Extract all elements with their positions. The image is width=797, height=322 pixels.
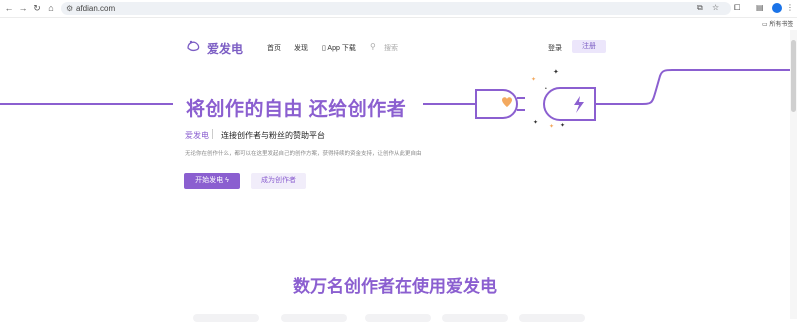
brand-tag: 爱发电 (185, 131, 209, 140)
address-bar[interactable]: ⚙ afdian.com ⧉ ☆ (61, 2, 731, 15)
browser-toolbar: ← → ↻ ⌂ ⚙ afdian.com ⧉ ☆ ⧠ ▤ ⋮ (0, 0, 797, 18)
back-icon[interactable]: ← (4, 3, 14, 13)
menu-icon[interactable]: ⋮ (786, 3, 794, 12)
category-tab[interactable] (193, 314, 259, 322)
profile-icon[interactable] (772, 3, 782, 13)
reload-icon[interactable]: ↻ (32, 3, 42, 13)
search-input[interactable]: 搜索 (384, 43, 398, 53)
category-tab[interactable] (281, 314, 347, 322)
bolt-icon: ϟ (225, 177, 229, 184)
logo-text[interactable]: 爱发电 (207, 40, 243, 57)
search-icon[interactable]: ⚲ (370, 42, 376, 51)
sparkle-icon: ✦ (531, 76, 536, 83)
nav-app-download-label: App 下载 (327, 45, 356, 52)
all-bookmarks-label: 所有书签 (769, 22, 794, 28)
sparkle-icon: ✦ (560, 122, 565, 129)
forward-icon[interactable]: → (18, 3, 28, 13)
site-info-icon[interactable]: ⚙ (66, 4, 73, 13)
register-button[interactable]: 注册 (572, 40, 606, 53)
hero-description: 无论你在创作什么，都可以在这里发起自己的创作方案，获得持续的资金支持，让创作从此… (185, 151, 422, 157)
home-icon[interactable]: ⌂ (46, 3, 56, 13)
hero-title: 将创作的自由 还给创作者 (186, 99, 407, 120)
category-tab[interactable] (519, 314, 585, 322)
start-button-label: 开始发电 (195, 177, 224, 184)
become-creator-button[interactable]: 成为创作者 (251, 173, 306, 189)
url-text[interactable]: afdian.com (76, 3, 115, 14)
start-button[interactable]: 开始发电 ϟ (184, 173, 240, 189)
install-icon[interactable]: ⧉ (697, 3, 703, 13)
nav-app-download[interactable]: ▯ App 下载 (322, 43, 356, 53)
category-tab[interactable] (365, 314, 431, 322)
right-plug-shape (543, 87, 596, 121)
sparkle-icon: ✦ (549, 123, 554, 130)
bookmarks-bar: ▭ 所有书签 (0, 18, 797, 30)
section-title: 数万名创作者在使用爱发电 (293, 277, 497, 296)
extensions-icon[interactable]: ⧠ (734, 3, 740, 13)
left-plug-shape (475, 89, 519, 119)
star-icon[interactable]: ☆ (712, 3, 719, 12)
nav-home[interactable]: 首页 (267, 43, 281, 53)
scrollbar-thumb[interactable] (791, 40, 796, 112)
sparkle-icon: • (545, 86, 547, 92)
sparkle-icon: ✦ (533, 119, 538, 126)
tab-search-icon[interactable]: ▤ (756, 3, 764, 12)
folder-icon: ▭ (762, 22, 768, 28)
hero-tagline: 连接创作者与粉丝的赞助平台 (221, 131, 325, 140)
logo-icon[interactable] (186, 40, 202, 55)
divider (212, 129, 213, 139)
nav-discover[interactable]: 发现 (294, 43, 308, 53)
all-bookmarks[interactable]: ▭ 所有书签 (762, 19, 793, 28)
category-tab[interactable] (442, 314, 508, 322)
sparkle-icon: ✦ (553, 68, 559, 76)
login-link[interactable]: 登录 (548, 43, 562, 53)
